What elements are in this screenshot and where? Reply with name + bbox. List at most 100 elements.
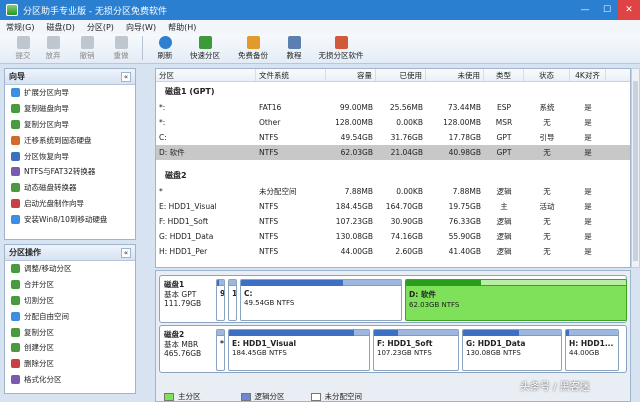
disk1-type: 基本 GPT bbox=[164, 289, 197, 299]
table-cell: FAT16 bbox=[259, 103, 282, 112]
disk1-info: 磁盘1 基本 GPT 111.79GB bbox=[164, 280, 201, 309]
table-cell: 49.54GB bbox=[340, 133, 373, 142]
table-cell: Other bbox=[259, 118, 281, 127]
vertical-scrollbar[interactable] bbox=[631, 68, 640, 268]
disk2-partition-block[interactable]: F: HDD1_Soft 107.23GB NTFS bbox=[373, 329, 459, 371]
legend-unallocated: 未分配空间 bbox=[324, 392, 363, 401]
table-row[interactable]: * 未分配空间 7.88MB 0.00KB 7.88MB 逻辑 无 是 bbox=[156, 184, 630, 199]
quick-partition-button[interactable]: 快速分区 bbox=[181, 33, 229, 63]
table-cell: D: 软件 bbox=[159, 148, 185, 157]
menu-general[interactable]: 常规(G) bbox=[6, 22, 34, 33]
table-row[interactable]: E: HDD1_Visual NTFS 184.45GB 164.70GB 19.75G… bbox=[156, 199, 630, 214]
wizard-partition-recovery[interactable]: 分区恢复向导 bbox=[5, 148, 135, 164]
menu-disk[interactable]: 磁盘(D) bbox=[46, 22, 74, 33]
disk1-partition-block[interactable]: C: 49.54GB NTFS bbox=[240, 279, 402, 321]
close-button[interactable]: ✕ bbox=[618, 0, 640, 20]
wizard-extend-partition[interactable]: 扩展分区向导 bbox=[5, 85, 135, 101]
col-filesystem[interactable]: 文件系统 bbox=[256, 69, 326, 81]
undo-button[interactable]: 撤销 bbox=[68, 33, 106, 63]
partition-label: C: bbox=[244, 289, 253, 298]
partition-size: 184.45GB NTFS bbox=[232, 349, 287, 357]
discard-button[interactable]: 放弃 bbox=[38, 33, 68, 63]
wizard-bootable-media[interactable]: 启动光盘制作向导 bbox=[5, 196, 135, 212]
cd-icon bbox=[11, 198, 20, 208]
menu-bar: 常规(G) 磁盘(D) 分区(P) 向导(W) 帮助(H) bbox=[0, 20, 640, 34]
wizard-dynamic-disk[interactable]: 动态磁盘转换器 bbox=[5, 180, 135, 196]
table-cell: 76.33GB bbox=[448, 217, 481, 226]
table-body: 磁盘1 (GPT) *: FAT16 99.00MB 25.56MB 73.44MB ESP… bbox=[156, 82, 630, 259]
redo-icon bbox=[114, 36, 128, 49]
table-cell: 无 bbox=[543, 187, 551, 196]
op-create-partition[interactable]: 创建分区 bbox=[5, 340, 135, 356]
col-partition[interactable]: 分区 bbox=[156, 69, 256, 81]
table-cell: *: bbox=[159, 103, 166, 112]
refresh-button[interactable]: 刷新 bbox=[149, 33, 181, 63]
op-allocate-free-space[interactable]: 分配自由空间 bbox=[5, 308, 135, 324]
table-row[interactable]: G: HDD1_Data NTFS 130.08GB 74.16GB 55.90GB 逻辑… bbox=[156, 229, 630, 244]
table-cell: E: HDD1_Visual bbox=[159, 202, 217, 211]
col-capacity[interactable]: 容量 bbox=[326, 69, 376, 81]
table-cell: *: bbox=[159, 118, 166, 127]
disk1-partition-block[interactable]: 9 bbox=[216, 279, 225, 321]
op-format-partition[interactable]: 格式化分区 bbox=[5, 372, 135, 388]
table-cell: H: HDD1_Per bbox=[159, 247, 208, 256]
table-row[interactable]: F: HDD1_Soft NTFS 107.23GB 30.90GB 76.33GB 逻辑… bbox=[156, 214, 630, 229]
op-delete-partition[interactable]: 删除分区 bbox=[5, 356, 135, 372]
collapse-icon[interactable]: « bbox=[121, 247, 131, 258]
table-cell: NTFS bbox=[259, 247, 279, 256]
disk2-partition-block[interactable]: G: HDD1_Data 130.08GB NTFS bbox=[462, 329, 562, 371]
menu-partition[interactable]: 分区(P) bbox=[87, 22, 114, 33]
op-merge[interactable]: 合并分区 bbox=[5, 277, 135, 293]
title-bar: 分区助手专业版 - 无损分区免费软件 — ☐ ✕ bbox=[0, 0, 640, 20]
lossless-partition-button[interactable]: 无损分区软件 bbox=[311, 33, 371, 63]
wizard-migrate-os[interactable]: 迁移系统到固态硬盘 bbox=[5, 132, 135, 148]
table-row[interactable]: *: FAT16 99.00MB 25.56MB 73.44MB ESP 系统 是 bbox=[156, 100, 630, 115]
menu-help[interactable]: 帮助(H) bbox=[168, 22, 196, 33]
col-status[interactable]: 状态 bbox=[524, 69, 570, 81]
disk2-partition-block[interactable]: E: HDD1_Visual 184.45GB NTFS bbox=[228, 329, 370, 371]
minimize-button[interactable]: — bbox=[574, 0, 596, 20]
table-cell: 是 bbox=[584, 202, 592, 211]
disk1-partition-block[interactable]: 1 bbox=[228, 279, 237, 321]
undo-icon bbox=[80, 36, 94, 49]
menu-wizard[interactable]: 向导(W) bbox=[126, 22, 156, 33]
disk2-partition-block[interactable]: H: HDD1... 44.00GB bbox=[565, 329, 619, 371]
tutorial-button[interactable]: 教程 bbox=[277, 33, 311, 63]
table-row[interactable]: *: Other 128.00MB 0.00KB 128.00MB MSR 无 是 bbox=[156, 115, 630, 130]
collapse-icon[interactable]: « bbox=[121, 71, 131, 82]
partition-size: 130.08GB NTFS bbox=[466, 349, 521, 357]
op-resize-move[interactable]: 调整/移动分区 bbox=[5, 261, 135, 277]
split-icon bbox=[11, 295, 20, 305]
table-cell: 2.60GB bbox=[395, 247, 423, 256]
scroll-thumb[interactable] bbox=[633, 81, 638, 261]
tutorial-icon bbox=[287, 36, 301, 49]
wizard-copy-partition[interactable]: 复制分区向导 bbox=[5, 117, 135, 133]
disk-group-header[interactable]: 磁盘2 bbox=[156, 166, 630, 184]
col-type[interactable]: 类型 bbox=[484, 69, 524, 81]
wizard-win-to-go[interactable]: 安装Win8/10到移动硬盘 bbox=[5, 211, 135, 227]
op-copy-partition[interactable]: 复制分区 bbox=[5, 324, 135, 340]
disk-group-header[interactable]: 磁盘1 (GPT) bbox=[156, 82, 630, 100]
table-row[interactable]: H: HDD1_Per NTFS 44.00GB 2.60GB 41.40GB 逻辑 无 是 bbox=[156, 244, 630, 259]
wizard-ntfs-fat32[interactable]: NTFS与FAT32转换器 bbox=[5, 164, 135, 180]
table-cell: GPT bbox=[496, 133, 512, 142]
table-row[interactable]: C: NTFS 49.54GB 31.76GB 17.78GB GPT 引导 是 bbox=[156, 130, 630, 145]
op-split[interactable]: 切割分区 bbox=[5, 293, 135, 309]
maximize-button[interactable]: ☐ bbox=[596, 0, 618, 20]
disk2-partition-block[interactable]: * bbox=[216, 329, 225, 371]
col-unused[interactable]: 未使用 bbox=[426, 69, 484, 81]
wizard-copy-disk[interactable]: 复制磁盘向导 bbox=[5, 101, 135, 117]
disk1-row[interactable]: 磁盘1 基本 GPT 111.79GB 9 1 C: 49.54GB NTFS D: 软… bbox=[159, 275, 627, 323]
free-backup-button[interactable]: 免费备份 bbox=[229, 33, 277, 63]
disk1-partition-block[interactable]: D: 软件 62.03GB NTFS bbox=[405, 279, 627, 321]
table-cell: GPT bbox=[496, 148, 512, 157]
disk2-row[interactable]: 磁盘2 基本 MBR 465.76GB * E: HDD1_Visual 184.4… bbox=[159, 325, 627, 373]
table-row[interactable]: D: 软件 NTFS 62.03GB 21.04GB 40.98GB GPT 无 是 bbox=[156, 145, 630, 160]
redo-button[interactable]: 重做 bbox=[106, 33, 136, 63]
col-4k-align[interactable]: 4K对齐 bbox=[570, 69, 606, 81]
partition-label: D: 软件 bbox=[409, 290, 436, 299]
table-cell: 是 bbox=[584, 118, 592, 127]
col-used[interactable]: 已使用 bbox=[376, 69, 426, 81]
apply-button[interactable]: 提交 bbox=[8, 33, 38, 63]
wizard-panel: 向导 « 扩展分区向导 复制磁盘向导 复制分区向导 迁移系统到固态硬盘 分区恢复向… bbox=[4, 68, 136, 240]
